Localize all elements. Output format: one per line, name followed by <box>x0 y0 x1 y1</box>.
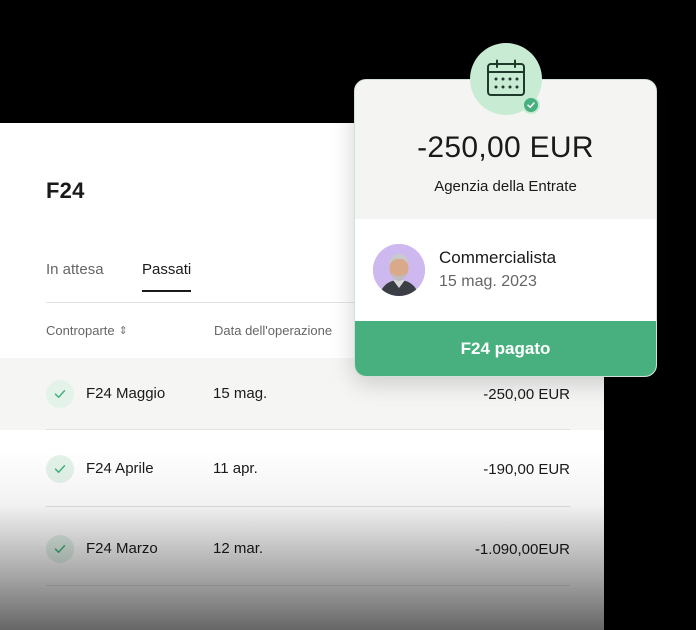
row-name: F24 Maggio <box>86 385 166 402</box>
check-icon <box>522 96 540 114</box>
check-icon <box>46 535 74 563</box>
page-title: F24 <box>46 178 85 203</box>
row-divider <box>46 429 570 430</box>
status-bar: F24 pagato <box>355 321 656 376</box>
row-amount: -250,00 EUR <box>483 386 570 403</box>
tab-pending[interactable]: In attesa <box>46 261 104 292</box>
row-date: 12 mar. <box>213 540 264 557</box>
row-amount: -190,00 EUR <box>483 461 570 478</box>
row-date: 15 mag. <box>213 385 268 402</box>
tab-past[interactable]: Passati <box>142 261 192 292</box>
card-payee: Agenzia della Entrate <box>434 178 577 195</box>
row-amount: -1.090,00EUR <box>474 541 570 558</box>
table-row[interactable]: F24 Marzo 12 mar. -1.090,00EUR <box>0 513 604 585</box>
table-row[interactable]: F24 Aprile 11 apr. -190,00 EUR <box>0 433 604 505</box>
card-date: 15 mag. 2023 <box>439 273 537 290</box>
stage: F24 In attesa Passati Controparte ⇕ Data … <box>0 0 696 630</box>
avatar <box>373 244 425 296</box>
column-header-counterparty-label: Controparte <box>46 323 115 338</box>
sort-icon[interactable]: ⇕ <box>119 324 128 337</box>
column-header-counterparty[interactable]: Controparte ⇕ <box>46 323 128 338</box>
card-role: Commercialista <box>439 248 557 267</box>
row-date: 11 apr. <box>213 460 258 477</box>
row-divider <box>46 506 570 507</box>
tabs-divider <box>46 302 406 303</box>
payment-card: -250,00 EUR Agenzia della Entrate Commer… <box>354 79 657 377</box>
row-name: F24 Marzo <box>86 540 158 557</box>
check-icon <box>46 455 74 483</box>
card-amount: -250,00 EUR <box>417 131 594 164</box>
check-icon <box>46 380 74 408</box>
column-header-date[interactable]: Data dell'operazione <box>214 323 332 338</box>
row-name: F24 Aprile <box>86 460 154 477</box>
row-divider <box>46 585 570 586</box>
